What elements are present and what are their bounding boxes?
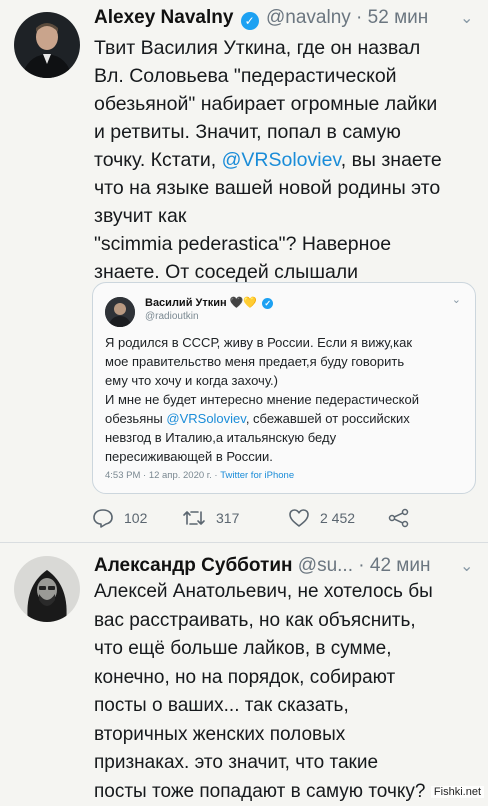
author-name[interactable]: Alexey Navalny (94, 7, 233, 28)
tweet-text-line: и ретвиты. Значит, попал в самую (94, 118, 479, 146)
author-name[interactable]: Александр Субботин (94, 555, 293, 576)
like-button[interactable]: 2 452 (288, 508, 355, 528)
tweet-divider (0, 542, 488, 543)
retweet-count: 317 (216, 510, 239, 526)
share-icon (388, 508, 410, 528)
chevron-down-icon[interactable]: ⌄ (460, 8, 473, 28)
heart-emoji: 🖤💛 (230, 297, 257, 309)
separator: · (358, 555, 364, 576)
tweet-text-fragment: точку. Кстати, (94, 149, 222, 171)
reply-count: 102 (124, 510, 147, 526)
avatar-navalny[interactable] (14, 12, 80, 78)
mention-link[interactable]: @VRSoloviev (222, 149, 341, 171)
quoted-text-line: невзгод в Италию,а итальянскую беду (105, 428, 467, 447)
tweet-text-line: "scimmia pederastica"? Наверное (94, 230, 479, 258)
tweet-actions: 102 317 2 452 (92, 508, 422, 532)
tweet-text-line: точку. Кстати, @VRSoloviev, вы знаете (94, 146, 479, 174)
author-handle[interactable]: @su... (298, 555, 353, 576)
quoted-source[interactable]: Twitter for iPhone (220, 470, 294, 481)
tweet-text-line: что на языке вашей новой родины это (94, 174, 479, 202)
retweet-icon (182, 508, 206, 528)
share-button[interactable] (388, 508, 410, 528)
quoted-text-line: И мне не будет интересно мнение педераст… (105, 390, 467, 409)
quoted-avatar[interactable] (105, 297, 135, 327)
quoted-timestamp[interactable]: 4:53 PM · 12 апр. 2020 г. · (105, 470, 220, 481)
quoted-handle[interactable]: @radioutkin (145, 311, 199, 322)
author-handle[interactable]: @navalny (266, 7, 351, 28)
tweet-header: Александр Субботин @su... · 42 мин (94, 554, 430, 578)
tweet-text-line: обезьяной" набирает огромные лайки (94, 90, 479, 118)
chevron-down-icon[interactable]: ⌄ (452, 293, 461, 306)
quoted-text-line: обезьяны @VRSoloviev, сбежавшей от росси… (105, 409, 467, 428)
quoted-text-line: ему что хочу и когда захочу.) (105, 371, 467, 390)
reply-button[interactable]: 102 (92, 508, 147, 528)
quoted-text-fragment: обезьяны (105, 411, 166, 426)
verified-icon: ✓ (241, 12, 259, 30)
tweet-text-fragment: , вы знаете (341, 149, 442, 171)
quoted-text-line: пересиживающей в России. (105, 447, 467, 466)
like-count: 2 452 (320, 510, 355, 526)
quoted-author[interactable]: Василий Уткин 🖤💛 ✓ (145, 296, 275, 309)
tweet-time[interactable]: 42 мин (370, 555, 431, 576)
quoted-author-name[interactable]: Василий Уткин (145, 297, 227, 309)
tweet-text-line: вас расстраивать, но как объяснить, (94, 607, 479, 636)
quoted-tweet[interactable]: Василий Уткин 🖤💛 ✓ @radioutkin ⌄ Я родил… (92, 282, 476, 494)
quoted-text-fragment: , сбежавшей от российских (246, 411, 410, 426)
separator: · (356, 7, 362, 28)
heart-icon (288, 508, 310, 528)
tweet-text-line: звучит как (94, 202, 479, 230)
tweet-text-line: что ещё больше лайков, в сумме, (94, 635, 479, 664)
verified-icon: ✓ (262, 298, 273, 309)
tweet-time[interactable]: 52 мин (368, 7, 429, 28)
mention-link[interactable]: @VRSoloviev (166, 411, 245, 426)
quoted-meta: 4:53 PM · 12 апр. 2020 г. · Twitter for … (105, 470, 294, 481)
chevron-down-icon[interactable]: ⌄ (460, 556, 473, 576)
tweet-text-line: вторичных женских половых (94, 721, 479, 750)
tweet-text: Алексей Анатольевич, не хотелось бы вас … (94, 578, 479, 806)
quoted-text-line: Я родился в СССР, живу в России. Если я … (105, 333, 467, 352)
reply-icon (92, 508, 114, 528)
tweet-text-line: посты тоже попадают в самую точку? (94, 778, 479, 806)
avatar-subbotin[interactable] (14, 556, 80, 622)
quoted-text: Я родился в СССР, живу в России. Если я … (105, 333, 467, 466)
tweet-text-line: Твит Василия Уткина, где он назвал (94, 34, 479, 62)
tweet-text-line: Вл. Соловьева "педерастической (94, 62, 479, 90)
tweet-text-line: конечно, но на порядок, собирают (94, 664, 479, 693)
tweet-text-line: Алексей Анатольевич, не хотелось бы (94, 578, 479, 607)
watermark: Fishki.net (431, 786, 484, 798)
tweet-text: Твит Василия Уткина, где он назвал Вл. С… (94, 34, 479, 286)
tweet-text-line: посты о ваших... так сказать, (94, 692, 479, 721)
tweet-text-line: признаках. это значит, что такие (94, 749, 479, 778)
retweet-button[interactable]: 317 (182, 508, 239, 528)
tweet-header: Alexey Navalny ✓ @navalny · 52 мин (94, 6, 428, 30)
quoted-text-line: мое правительство меня предает,я буду го… (105, 352, 467, 371)
